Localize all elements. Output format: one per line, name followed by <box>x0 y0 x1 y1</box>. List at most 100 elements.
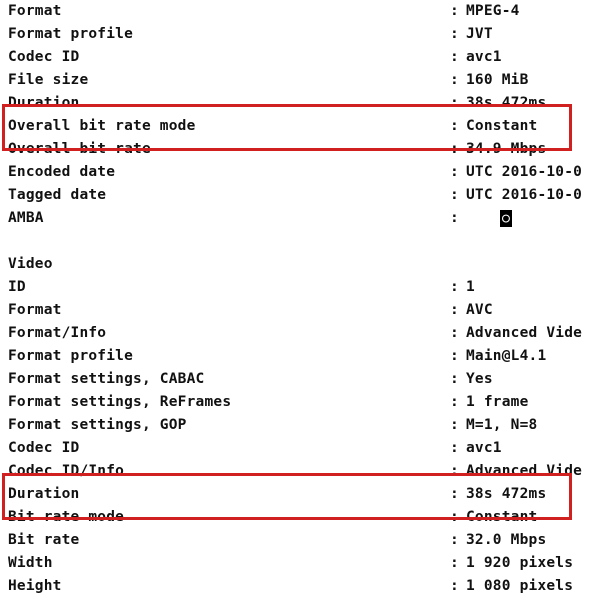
metadata-key: Format/Info <box>8 325 107 341</box>
metadata-row: Format settings, CABAC: Yes <box>0 368 609 391</box>
metadata-key: File size <box>8 72 89 88</box>
key-value-separator: : <box>450 486 459 502</box>
key-value-separator: : <box>450 371 459 387</box>
metadata-row: Width:1 920 pixels <box>0 552 609 575</box>
metadata-key: Format settings, GOP <box>8 417 187 433</box>
metadata-value: avc1 <box>466 49 502 65</box>
metadata-key: AMBA <box>8 210 44 226</box>
metadata-value: avc1 <box>466 440 502 456</box>
metadata-key: Encoded date <box>8 164 116 180</box>
metadata-value: 34.9 Mbps <box>466 141 547 157</box>
key-value-separator: : <box>450 141 459 157</box>
key-value-separator: : <box>450 279 459 295</box>
metadata-row: Format settings, ReFrames:1 frame <box>0 391 609 414</box>
metadata-value: Yes <box>466 371 493 387</box>
metadata-row: ID:1 <box>0 276 609 299</box>
mediainfo-report: Format: MPEG-4 Format profile: JVT Codec ID:… <box>0 0 609 600</box>
metadata-key: Overall bit rate mode <box>8 118 196 134</box>
metadata-key: Width <box>8 555 53 571</box>
metadata-row: Format/Info: Advanced Vide <box>0 322 609 345</box>
key-value-separator: : <box>450 26 459 42</box>
metadata-key: Format profile <box>8 348 134 364</box>
metadata-value: Constant <box>466 509 538 525</box>
metadata-value: Advanced Vide <box>466 463 583 479</box>
key-value-separator: : <box>450 3 459 19</box>
key-value-separator: : <box>450 532 459 548</box>
metadata-value: AVC <box>466 302 493 318</box>
metadata-value: ○ <box>500 207 513 230</box>
metadata-row: Format: MPEG-4 <box>0 0 609 23</box>
key-value-separator: : <box>450 348 459 364</box>
section-header-row: Video <box>0 253 609 276</box>
metadata-value: 1 frame <box>466 394 529 410</box>
metadata-row: Codec ID: avc1 <box>0 46 609 69</box>
metadata-key: Bit rate <box>8 532 80 548</box>
metadata-row: Overall bit rate:34.9 Mbps <box>0 138 609 161</box>
metadata-value: JVT <box>466 26 493 42</box>
metadata-key: Format settings, CABAC <box>8 371 205 387</box>
metadata-key: Format profile <box>8 26 134 42</box>
key-value-separator: : <box>450 302 459 318</box>
metadata-key: Format <box>8 3 62 19</box>
metadata-row: Format: AVC <box>0 299 609 322</box>
metadata-row: Bit rate:32.0 Mbps <box>0 529 609 552</box>
metadata-value: Constant <box>466 118 538 134</box>
metadata-value: 38s 472ms <box>466 486 547 502</box>
metadata-row: Codec ID/Info: Advanced Vide <box>0 460 609 483</box>
metadata-key: Video <box>8 256 53 272</box>
metadata-key: ID <box>8 279 26 295</box>
metadata-key: Overall bit rate <box>8 141 151 157</box>
key-value-separator: : <box>450 325 459 341</box>
metadata-row: Duration:38s 472ms <box>0 92 609 115</box>
metadata-row: Format profile: Main@L4.1 <box>0 345 609 368</box>
metadata-key: Codec ID/Info <box>8 463 125 479</box>
metadata-row: Overall bit rate mode: Constant <box>0 115 609 138</box>
metadata-value: 1 080 pixels <box>466 578 574 594</box>
metadata-value: Advanced Vide <box>466 325 583 341</box>
key-value-separator: : <box>450 164 459 180</box>
metadata-value: MPEG-4 <box>466 3 520 19</box>
metadata-row: Bit rate mode: Constant <box>0 506 609 529</box>
metadata-row: File size:160 MiB <box>0 69 609 92</box>
metadata-value: UTC 2016-10-0 <box>466 187 583 203</box>
metadata-value: UTC 2016-10-0 <box>466 164 583 180</box>
metadata-row: Height:1 080 pixels <box>0 575 609 598</box>
metadata-row-list: Format: MPEG-4 Format profile: JVT Codec ID:… <box>0 0 609 600</box>
key-value-separator: : <box>450 210 459 226</box>
metadata-row: Encoded date: UTC 2016-10-0 <box>0 161 609 184</box>
metadata-key: Codec ID <box>8 440 80 456</box>
metadata-key: Format settings, ReFrames <box>8 394 232 410</box>
metadata-key: Bit rate mode <box>8 509 125 525</box>
metadata-key: Height <box>8 578 62 594</box>
metadata-value: 160 MiB <box>466 72 529 88</box>
key-value-separator: : <box>450 578 459 594</box>
key-value-separator: : <box>450 417 459 433</box>
control-character-glyph: ○ <box>500 209 513 227</box>
metadata-key: Codec ID <box>8 49 80 65</box>
key-value-separator: : <box>450 72 459 88</box>
metadata-value: 1 <box>466 279 475 295</box>
metadata-key: Duration <box>8 486 80 502</box>
spacer-row <box>0 230 609 253</box>
key-value-separator: : <box>450 463 459 479</box>
metadata-row: Codec ID: avc1 <box>0 437 609 460</box>
key-value-separator: : <box>450 394 459 410</box>
metadata-row: Format settings, GOP: M=1, N=8 <box>0 414 609 437</box>
metadata-row: Tagged date: UTC 2016-10-0 <box>0 184 609 207</box>
metadata-value: Main@L4.1 <box>466 348 547 364</box>
metadata-value: M=1, N=8 <box>466 417 538 433</box>
metadata-row: Duration:38s 472ms <box>0 483 609 506</box>
metadata-value: 32.0 Mbps <box>466 532 547 548</box>
key-value-separator: : <box>450 509 459 525</box>
metadata-key: Duration <box>8 95 80 111</box>
metadata-key: Tagged date <box>8 187 107 203</box>
key-value-separator: : <box>450 118 459 134</box>
metadata-key: Format <box>8 302 62 318</box>
metadata-value: 1 920 pixels <box>466 555 574 571</box>
key-value-separator: : <box>450 555 459 571</box>
metadata-row: Format profile: JVT <box>0 23 609 46</box>
metadata-value: 38s 472ms <box>466 95 547 111</box>
key-value-separator: : <box>450 49 459 65</box>
metadata-row: AMBA: ○ <box>0 207 609 230</box>
key-value-separator: : <box>450 95 459 111</box>
